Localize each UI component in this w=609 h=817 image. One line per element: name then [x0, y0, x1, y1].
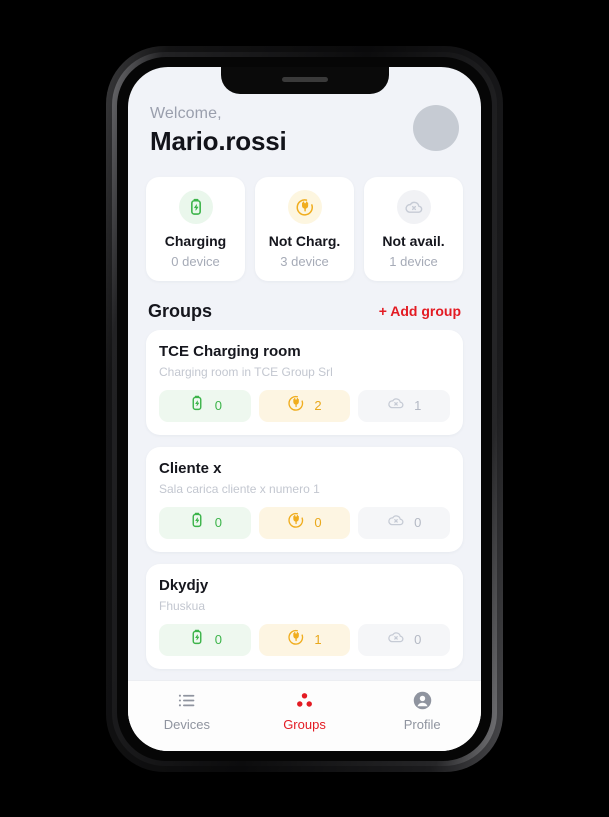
chip-count: 0	[214, 632, 222, 648]
stat-card[interactable]: Not Charg. 3 device	[255, 177, 354, 281]
group-description: Charging room in TCE Group Srl	[159, 364, 333, 379]
chip-count: 1	[414, 398, 422, 414]
group-description: Fhuskua	[159, 598, 206, 613]
tab-profile[interactable]: Profile	[363, 689, 481, 732]
group-chips: 0 1 0	[159, 623, 451, 656]
stat-title: Not avail.	[382, 233, 445, 249]
group-card[interactable]: Dkydjy Fhuskua 0 1 0	[146, 563, 463, 669]
stat-subtitle: 1 device	[389, 253, 438, 269]
group-status-chip[interactable]: 0	[358, 506, 451, 539]
stat-card[interactable]: Charging 0 device	[146, 177, 245, 281]
tab-label: Groups	[283, 717, 326, 732]
group-list: TCE Charging room Charging room in TCE Gr…	[128, 329, 481, 680]
group-status-chip[interactable]: 1	[258, 623, 351, 656]
group-chips: 0 2 1	[159, 389, 451, 422]
stat-card[interactable]: Not avail. 1 device	[364, 177, 463, 281]
plug-icon	[287, 394, 305, 417]
group-status-chip[interactable]: 2	[258, 389, 351, 422]
chip-count: 0	[414, 632, 422, 648]
chip-count: 0	[314, 515, 322, 531]
battery-charging-icon	[188, 511, 206, 534]
phone-notch	[220, 67, 389, 94]
group-status-chip[interactable]: 0	[258, 506, 351, 539]
cloud-off-icon	[396, 190, 431, 224]
tab-groups[interactable]: Groups	[246, 689, 364, 732]
group-status-chip[interactable]: 0	[358, 623, 451, 656]
cloud-off-icon	[387, 628, 405, 651]
stat-cards: Charging 0 device Not Charg. 3 device Not av…	[128, 157, 481, 281]
bottom-tab-bar: Devices Groups Profile	[128, 680, 481, 751]
groups-title: Groups	[148, 300, 213, 321]
group-description: Sala carica cliente x numero 1	[159, 481, 320, 496]
person-icon	[412, 689, 433, 711]
tab-devices[interactable]: Devices	[128, 689, 246, 732]
tab-label: Devices	[163, 717, 210, 732]
chip-count: 0	[214, 398, 222, 414]
chip-count: 1	[314, 632, 322, 648]
welcome-label: Welcome,	[150, 105, 222, 122]
chip-count: 2	[314, 398, 322, 414]
stat-subtitle: 0 device	[171, 253, 220, 269]
groups-section-header: Groups + Add group	[128, 281, 481, 330]
plug-icon	[287, 511, 305, 534]
chip-count: 0	[214, 515, 222, 531]
group-card[interactable]: Cliente x Sala carica cliente x numero 1 0…	[146, 446, 463, 552]
group-status-chip[interactable]: 0	[159, 506, 251, 539]
group-status-chip[interactable]: 0	[159, 389, 251, 422]
group-name: TCE Charging room	[159, 342, 301, 360]
plug-icon	[287, 628, 305, 651]
dots-triangle-icon	[294, 689, 315, 711]
phone-screen: Welcome, Mario.rossi Charging 0 device Not…	[128, 67, 481, 751]
group-card[interactable]: TCE Charging room Charging room in TCE Gr…	[146, 329, 463, 435]
battery-charging-icon	[188, 394, 206, 417]
plug-icon	[287, 190, 322, 224]
list-icon	[176, 689, 197, 711]
group-name: Dkydjy	[159, 576, 209, 594]
notch-speaker	[281, 77, 328, 82]
add-group-button[interactable]: + Add group	[379, 303, 461, 319]
chip-count: 0	[414, 515, 422, 531]
stat-title: Not Charg.	[268, 233, 341, 249]
group-status-chip[interactable]: 0	[159, 623, 251, 656]
avatar[interactable]	[413, 105, 459, 151]
battery-charging-icon	[188, 628, 206, 651]
cloud-off-icon	[387, 511, 405, 534]
group-name: Cliente x	[159, 459, 222, 477]
stat-subtitle: 3 device	[280, 253, 329, 269]
group-status-chip[interactable]: 1	[358, 389, 451, 422]
tab-label: Profile	[403, 717, 441, 732]
battery-charging-icon	[178, 190, 213, 224]
cloud-off-icon	[387, 394, 405, 417]
group-chips: 0 0 0	[159, 506, 451, 539]
stat-title: Charging	[164, 233, 227, 249]
